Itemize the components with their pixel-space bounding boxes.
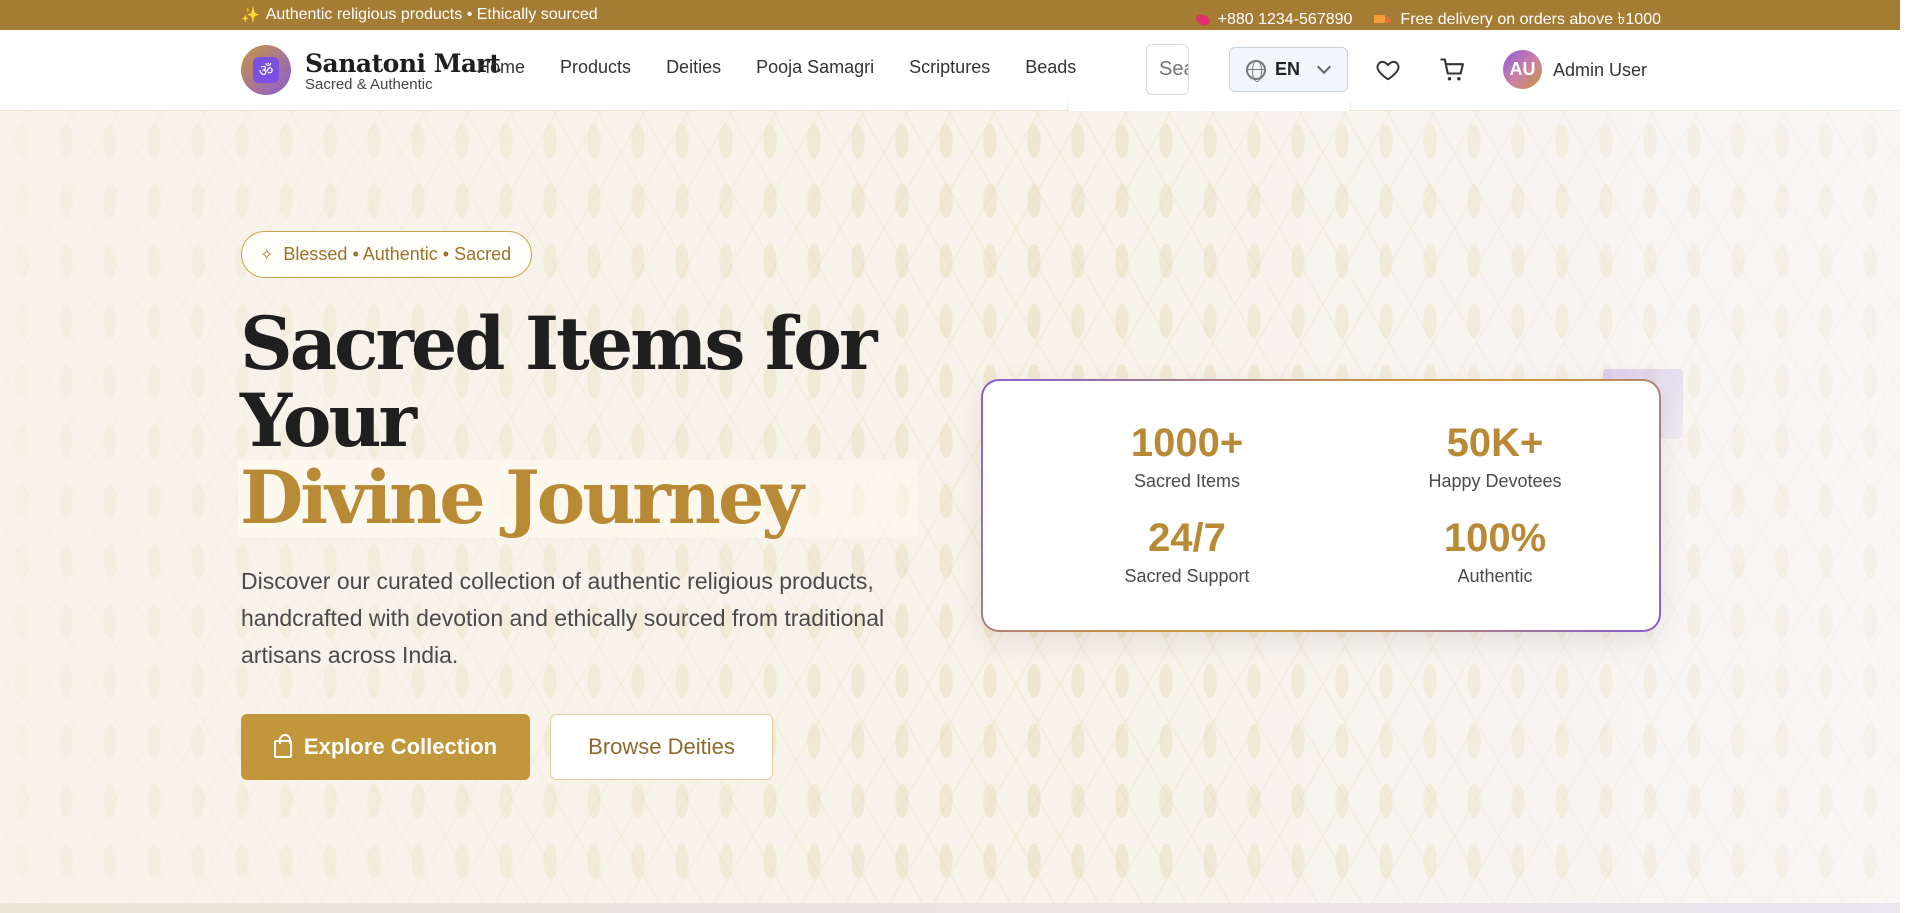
site-header: ॐ Sanatoni Mart Sacred & Authentic Home …: [0, 30, 1900, 114]
phone-number: +880 1234-567890: [1217, 10, 1353, 28]
shopping-bag-icon: [273, 734, 292, 758]
hero-badge-text: Blessed • Authentic • Sacred: [283, 244, 512, 264]
nav-products[interactable]: Products: [560, 57, 631, 78]
top-promo-bar: ✨ Authentic religious products • Ethical…: [0, 0, 1900, 30]
avatar[interactable]: AU: [1503, 50, 1542, 89]
search-field[interactable]: [1146, 44, 1189, 95]
browse-deities-button[interactable]: Browse Deities: [550, 714, 773, 780]
explore-collection-button[interactable]: Explore Collection: [241, 714, 530, 780]
logo[interactable]: ॐ: [241, 45, 291, 95]
hero-description: Discover our curated collection of authe…: [241, 568, 885, 668]
delivery-info: Free delivery on orders above ৳1000: [1374, 6, 1661, 33]
language-selector[interactable]: EN: [1229, 47, 1348, 92]
contact-phone[interactable]: +880 1234-567890: [1196, 11, 1353, 29]
stat-sacred-support: 24/7 Sacred Support: [1067, 516, 1307, 587]
stat-authentic: 100% Authentic: [1375, 516, 1615, 587]
scrollbar[interactable]: [1900, 0, 1920, 913]
stats-card: 1000+ Sacred Items 50K+ Happy Devotees 2…: [981, 379, 1661, 632]
delivery-text: Free delivery on orders above ৳1000: [1400, 11, 1661, 28]
hero-title-line1: Sacred Items for: [240, 301, 877, 387]
brand-tagline: Sacred & Authentic: [305, 76, 433, 93]
stat-label: Happy Devotees: [1428, 471, 1562, 491]
hero-title-line2: Your: [240, 378, 417, 464]
stat-label: Authentic: [1457, 566, 1533, 586]
globe-icon: [1246, 59, 1266, 82]
next-section-edge: [0, 903, 1900, 913]
sparkle-icon: ✧: [260, 246, 274, 264]
main-nav: Home Products Deities Pooja Samagri Scri…: [477, 57, 1076, 78]
stat-label: Sacred Items: [1133, 471, 1241, 491]
promo-message: ✨ Authentic religious products • Ethical…: [241, 6, 598, 24]
promo-text: Authentic religious products • Ethically…: [265, 6, 598, 23]
hero-badge: ✧ Blessed • Authentic • Sacred: [241, 231, 533, 278]
language-code: EN: [1275, 59, 1301, 79]
nav-home[interactable]: Home: [477, 57, 525, 78]
explore-collection-label: Explore Collection: [303, 734, 498, 759]
nav-deities[interactable]: Deities: [666, 57, 721, 78]
nav-beads[interactable]: Beads: [1025, 57, 1076, 78]
phone-icon: [1196, 13, 1210, 27]
nav-pooja-samagri[interactable]: Pooja Samagri: [756, 57, 874, 78]
stat-value: 100%: [1443, 516, 1547, 560]
chevron-down-icon: [1316, 59, 1332, 75]
stat-happy-devotees: 50K+ Happy Devotees: [1375, 421, 1615, 492]
user-name[interactable]: Admin User: [1553, 60, 1647, 81]
stat-value: 50K+: [1446, 421, 1544, 465]
stat-label: Sacred Support: [1124, 566, 1250, 586]
sparkles-icon: ✨: [241, 7, 260, 24]
truck-icon: [1374, 14, 1392, 26]
stat-sacred-items: 1000+ Sacred Items: [1067, 421, 1307, 492]
om-icon: ॐ: [253, 57, 279, 83]
brand-name[interactable]: Sanatoni Mart: [305, 49, 501, 78]
search-input[interactable]: [1147, 45, 1188, 94]
stat-value: 24/7: [1148, 516, 1226, 560]
stat-value: 1000+: [1130, 421, 1244, 465]
heart-icon[interactable]: [1375, 57, 1401, 83]
hero-title-highlight: Divine Journey: [238, 460, 918, 537]
cart-icon[interactable]: [1439, 56, 1467, 84]
hero-title: Sacred Items for Your Divine Journey: [238, 301, 918, 537]
nav-scriptures[interactable]: Scriptures: [909, 57, 990, 78]
